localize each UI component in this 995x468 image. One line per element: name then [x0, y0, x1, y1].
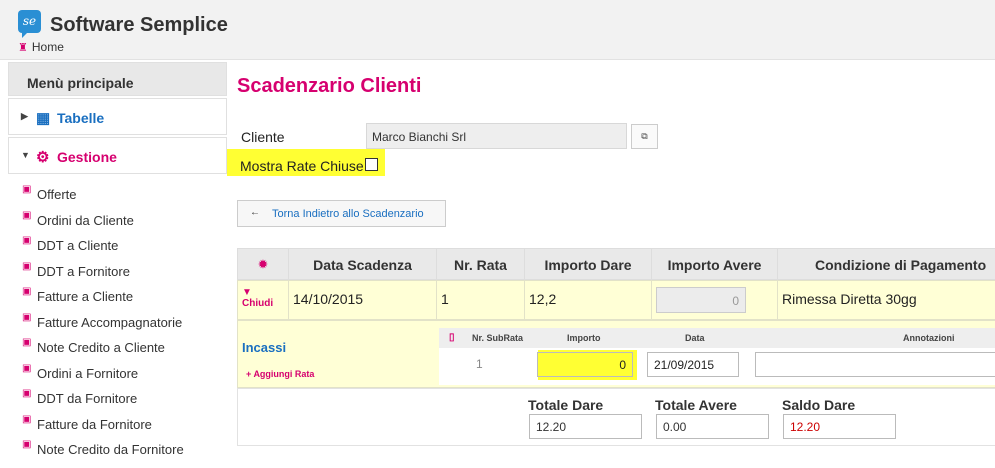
- app-logo: se: [18, 10, 41, 38]
- document-icon: ▣: [22, 209, 32, 221]
- table-icon: ▦: [36, 110, 51, 127]
- grid-header: ✹ Data Scadenza Nr. Rata Importo Dare Im…: [237, 248, 995, 280]
- arrow-left-icon: ←: [250, 207, 260, 218]
- document-icon: ▣: [22, 362, 32, 374]
- sidebar-item-offerte[interactable]: ▣ Offerte: [8, 184, 227, 213]
- cliente-field[interactable]: Marco Bianchi Srl: [366, 123, 627, 149]
- back-button-label: Torna Indietro allo Scadenzario: [272, 208, 424, 220]
- header-condizione: Condizione di Pagamento: [815, 257, 987, 273]
- sidebar-item-ordini-a-fornitore[interactable]: ▣ Ordini a Fornitore: [8, 362, 227, 392]
- open-popup-button[interactable]: ⧉: [631, 124, 658, 149]
- app-title: Software Semplice: [50, 14, 228, 36]
- app-header: se Software Semplice ♜ Home: [0, 0, 995, 60]
- incassi-title: Incassi: [242, 340, 287, 355]
- cell-importo-avere: 0: [652, 281, 778, 319]
- cell-data-scadenza: 14/10/2015: [289, 281, 437, 319]
- trash-icon[interactable]: ▯: [449, 332, 455, 343]
- close-row-button[interactable]: ▼ Chiudi: [238, 281, 289, 319]
- add-rata-button[interactable]: + Aggiungi Rata: [246, 369, 314, 379]
- sidebar-title: Menù principale: [8, 62, 227, 96]
- sidebar-item-fatture-a-cliente[interactable]: ▣ Fatture a Cliente: [8, 286, 227, 315]
- sidebar-group-label: Tabelle: [57, 110, 105, 126]
- totale-dare-field: 12.20: [529, 414, 642, 439]
- cell-condizione: Rimessa Diretta 30gg: [782, 291, 917, 307]
- document-icon: ▣: [22, 337, 32, 348]
- mostra-rate-label: Mostra Rate Chiuse: [240, 158, 364, 174]
- add-rata-label: Aggiungi Rata: [253, 369, 315, 379]
- plus-icon: +: [246, 369, 252, 379]
- cliente-label: Cliente: [241, 129, 285, 145]
- sidebar: Menù principale ▶ ▦ Tabelle ▼ ⚙ Gestione…: [8, 62, 227, 457]
- sidebar-group-gestione[interactable]: ▼ ⚙ Gestione: [8, 137, 227, 174]
- chevron-right-icon: ▶: [21, 111, 28, 121]
- cell-nr-rata: 1: [437, 281, 525, 319]
- header-nr-rata: Nr. Rata: [437, 249, 525, 280]
- header-importo-dare: Importo Dare: [525, 249, 652, 280]
- page-title: Scadenzario Clienti: [237, 75, 422, 97]
- document-icon: ▣: [22, 439, 32, 450]
- sidebar-list: ▣ Offerte ▣ Ordini da Cliente ▣ DDT a Clien…: [8, 174, 227, 468]
- sidebar-item-fatture-accompagnatorie[interactable]: ▣ Fatture Accompagnatorie: [8, 311, 227, 341]
- sidebar-group-tabelle[interactable]: ▶ ▦ Tabelle: [8, 98, 227, 135]
- chiudi-label: Chiudi: [242, 298, 274, 309]
- incassi-row: Incassi + Aggiungi Rata ▯ Nr. SubRata Im…: [237, 320, 995, 388]
- sidebar-item-ordini-da-cliente[interactable]: ▣ Ordini da Cliente: [8, 209, 227, 239]
- subrata-importo-field[interactable]: 0: [537, 352, 633, 377]
- breadcrumb[interactable]: ♜ Home: [18, 40, 64, 54]
- document-icon: ▣: [22, 184, 32, 195]
- sidebar-item-ddt-a-cliente[interactable]: ▣ DDT a Cliente: [8, 235, 227, 264]
- sidebar-item-ddt-a-fornitore[interactable]: ▣ DDT a Fornitore: [8, 260, 227, 290]
- document-icon: ▣: [22, 388, 32, 399]
- gears-icon: ⚙: [36, 149, 50, 166]
- subrata-annotazioni-field[interactable]: [755, 352, 995, 377]
- popup-icon: ⧉: [641, 131, 648, 141]
- sidebar-item-fatture-da-fornitore[interactable]: ▣ Fatture da Fornitore: [8, 413, 227, 443]
- chevron-down-icon: ▼: [21, 150, 30, 160]
- subheader-importo: Importo: [567, 333, 601, 343]
- gear-icon[interactable]: ✹: [238, 249, 289, 280]
- table-row: ▼ Chiudi 14/10/2015 1 12,2 0 Rimessa Dir…: [237, 280, 995, 320]
- subrata-data-field[interactable]: 21/09/2015: [647, 352, 739, 377]
- document-icon: ▣: [22, 311, 32, 323]
- header-data-scadenza: Data Scadenza: [289, 249, 437, 280]
- back-button[interactable]: ← Torna Indietro allo Scadenzario: [237, 200, 446, 227]
- totale-dare-label: Totale Dare: [528, 397, 604, 413]
- importo-avere-field[interactable]: 0: [656, 287, 746, 313]
- document-icon: ▣: [22, 413, 32, 425]
- cell-importo-dare: 12,2: [525, 281, 652, 319]
- subheader-nr: Nr. SubRata: [472, 333, 524, 343]
- document-icon: ▣: [22, 286, 32, 297]
- header-importo-avere: Importo Avere: [652, 249, 778, 280]
- totals-row: Totale Dare 12.20 Totale Avere 0.00 Sald…: [237, 388, 995, 446]
- sidebar-item-note-credito-a-cliente[interactable]: ▣ Note Credito a Cliente: [8, 337, 227, 366]
- home-icon: ♜: [18, 42, 28, 54]
- saldo-dare-label: Saldo Dare: [782, 397, 856, 413]
- saldo-dare-field: 12.20: [783, 414, 896, 439]
- document-icon: ▣: [22, 260, 32, 272]
- sidebar-group-label: Gestione: [57, 149, 117, 165]
- folder-open-icon: ▼: [242, 287, 252, 298]
- breadcrumb-home[interactable]: Home: [32, 40, 64, 54]
- subrata-header: ▯ Nr. SubRata Importo Data Annotazioni: [439, 328, 995, 348]
- subrata-nr: 1: [476, 357, 483, 371]
- document-icon: ▣: [22, 235, 32, 246]
- subheader-annotazioni: Annotazioni: [903, 333, 955, 343]
- sidebar-item-ddt-da-fornitore[interactable]: ▣ DDT da Fornitore: [8, 388, 227, 417]
- subrata-row: 1 0 21/09/2015: [439, 348, 995, 385]
- totale-avere-field: 0.00: [656, 414, 769, 439]
- mostra-rate-checkbox[interactable]: [365, 158, 378, 171]
- subheader-data: Data: [685, 333, 705, 343]
- totale-avere-label: Totale Avere: [655, 397, 737, 413]
